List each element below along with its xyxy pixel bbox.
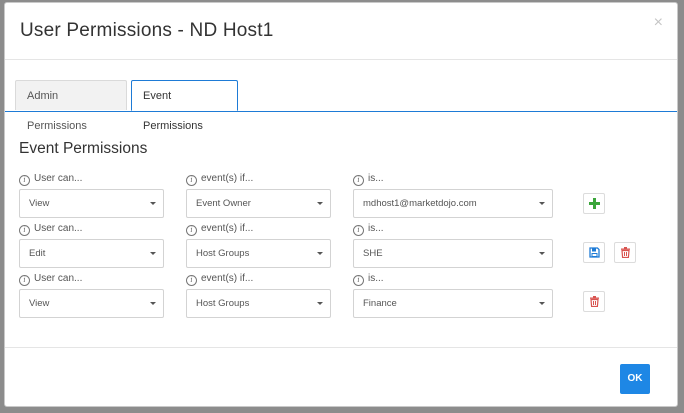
chevron-down-icon	[539, 252, 545, 255]
chevron-down-icon	[317, 202, 323, 205]
info-icon: i	[186, 225, 197, 236]
plus-icon	[589, 198, 600, 209]
label-events-if: i event(s) if...	[186, 223, 253, 236]
delete-rule-button[interactable]	[583, 291, 605, 312]
chevron-down-icon	[150, 202, 156, 205]
info-icon: i	[19, 175, 30, 186]
action-select[interactable]: View	[19, 189, 164, 218]
dialog-header: User Permissions - ND Host1 ×	[5, 3, 677, 60]
chevron-down-icon	[317, 252, 323, 255]
tab-bar: Admin Permissions Event Permissions	[5, 80, 677, 132]
info-icon: i	[353, 175, 364, 186]
value-select[interactable]: SHE	[353, 239, 553, 268]
tab-event-permissions[interactable]: Event Permissions	[131, 80, 238, 132]
field-select[interactable]: Host Groups	[186, 289, 331, 318]
tab-admin-permissions[interactable]: Admin Permissions	[15, 80, 127, 132]
delete-rule-button[interactable]	[614, 242, 636, 263]
trash-icon	[621, 247, 630, 258]
chevron-down-icon	[539, 202, 545, 205]
chevron-down-icon	[539, 302, 545, 305]
info-icon: i	[19, 225, 30, 236]
label-is: i is...	[353, 273, 384, 286]
dialog-title: User Permissions - ND Host1	[20, 20, 274, 41]
label-user-can: i User can...	[19, 173, 82, 186]
label-events-if: i event(s) if...	[186, 273, 253, 286]
label-user-can: i User can...	[19, 223, 82, 236]
save-rule-button[interactable]	[583, 242, 605, 263]
label-is: i is...	[353, 223, 384, 236]
value-select[interactable]: Finance	[353, 289, 553, 318]
info-icon: i	[353, 225, 364, 236]
label-events-if: i event(s) if...	[186, 173, 253, 186]
info-icon: i	[19, 275, 30, 286]
action-select[interactable]: View	[19, 289, 164, 318]
chevron-down-icon	[150, 302, 156, 305]
footer-divider	[5, 347, 677, 348]
chevron-down-icon	[317, 302, 323, 305]
info-icon: i	[353, 275, 364, 286]
section-title: Event Permissions	[19, 140, 148, 157]
label-is: i is...	[353, 173, 384, 186]
info-icon: i	[186, 275, 197, 286]
field-select[interactable]: Event Owner	[186, 189, 331, 218]
user-permissions-dialog: User Permissions - ND Host1 × Admin Perm…	[4, 2, 678, 407]
action-select[interactable]: Edit	[19, 239, 164, 268]
close-icon[interactable]: ×	[654, 15, 663, 31]
info-icon: i	[186, 175, 197, 186]
save-icon	[589, 247, 600, 258]
trash-icon	[590, 296, 599, 307]
chevron-down-icon	[150, 252, 156, 255]
label-user-can: i User can...	[19, 273, 82, 286]
field-select[interactable]: Host Groups	[186, 239, 331, 268]
value-select[interactable]: mdhost1@marketdojo.com	[353, 189, 553, 218]
ok-button[interactable]: OK	[620, 364, 650, 394]
add-rule-button[interactable]	[583, 193, 605, 214]
